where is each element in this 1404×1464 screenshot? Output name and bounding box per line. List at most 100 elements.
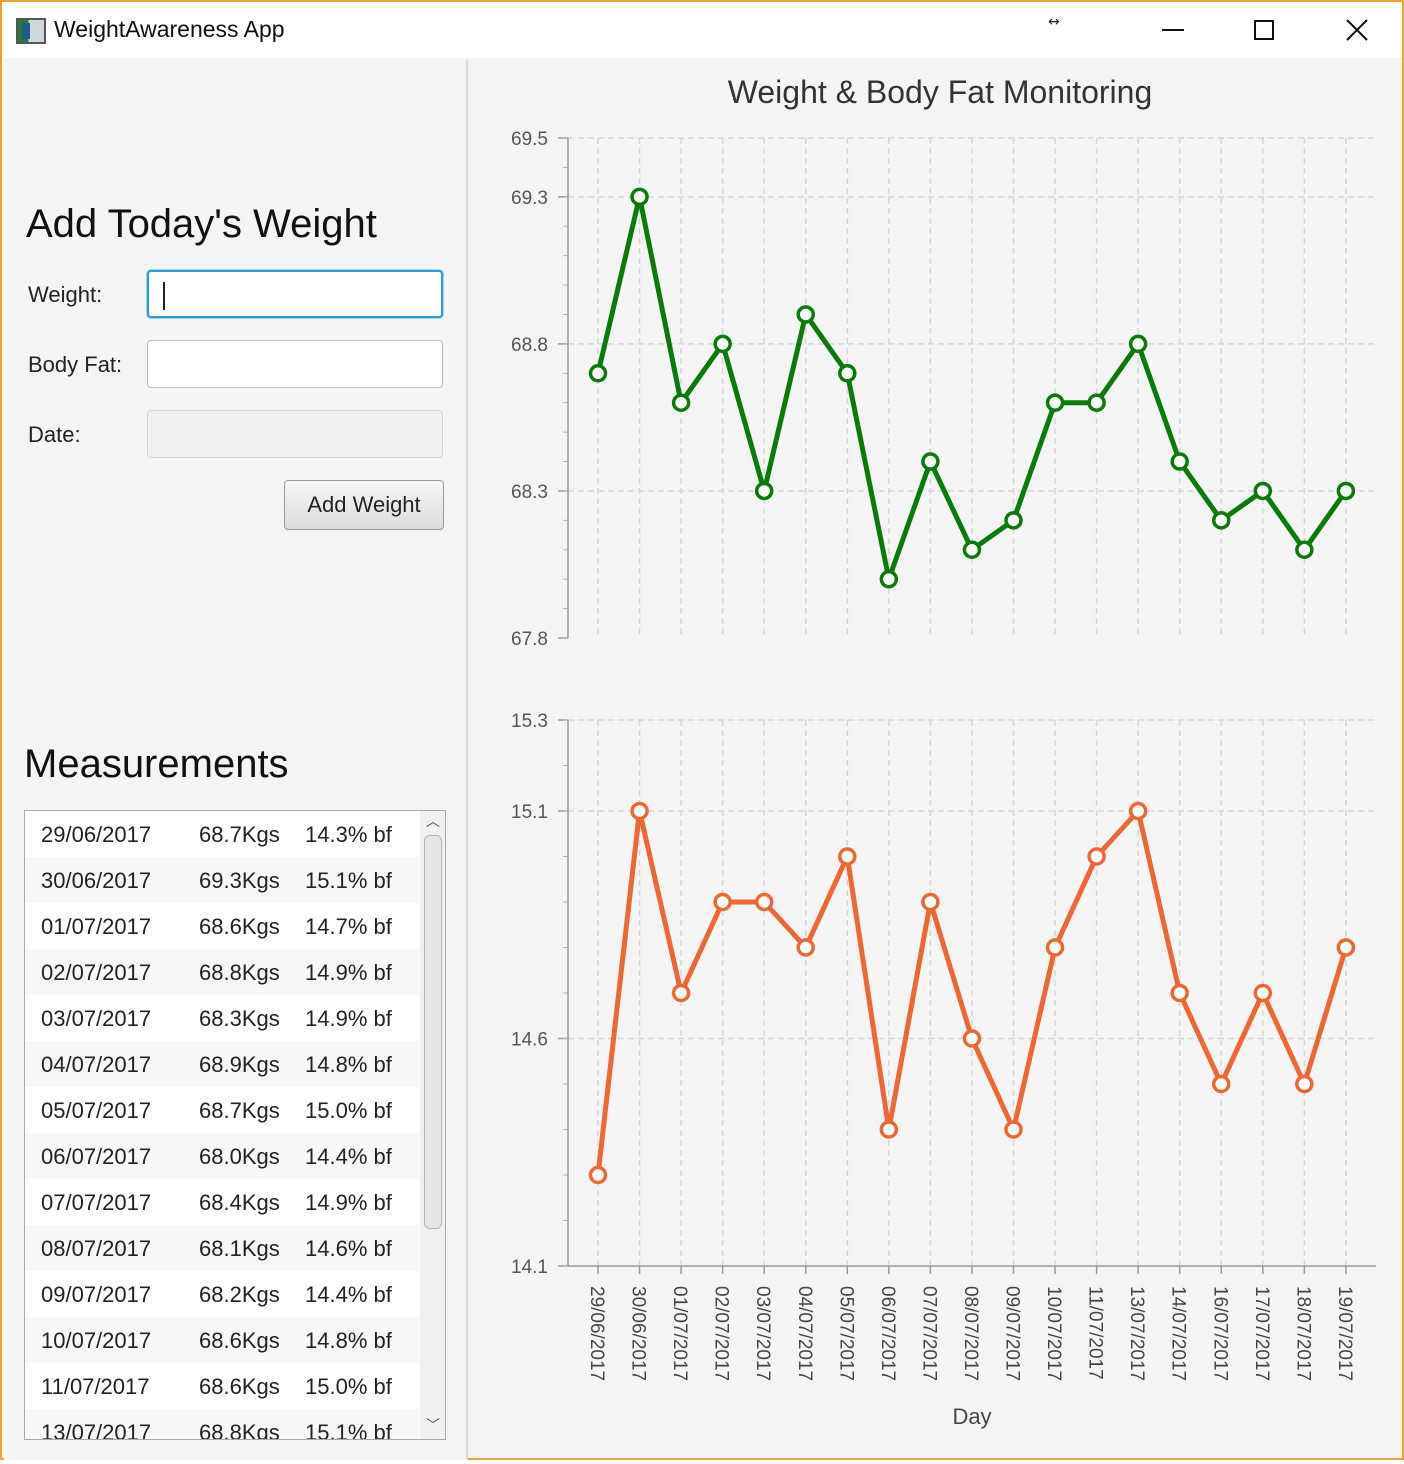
list-item[interactable]: 13/07/2017 68.8Kgs 15.1% bf — [25, 1409, 419, 1440]
list-item[interactable]: 08/07/2017 68.1Kgs 14.6% bf — [25, 1225, 419, 1271]
x-tick-label: 29/06/2017 — [586, 1286, 607, 1381]
y-tick-label: 14.1 — [511, 1257, 548, 1278]
measurement-bodyfat: 14.4% bf — [305, 1144, 392, 1169]
measurement-bodyfat: 14.8% bf — [305, 1052, 392, 1077]
y-tick-label: 68.3 — [511, 482, 548, 503]
measurements-title: Measurements — [24, 742, 289, 786]
data-point — [921, 452, 940, 471]
measurement-bodyfat: 15.1% bf — [305, 1420, 392, 1440]
data-point — [630, 187, 649, 207]
data-point — [1004, 511, 1023, 530]
measurement-bodyfat: 14.9% bf — [305, 960, 392, 985]
bodyfat-input[interactable] — [147, 340, 443, 388]
data-point — [1170, 452, 1189, 471]
list-item[interactable]: 30/06/2017 69.3Kgs 15.1% bf — [25, 857, 419, 903]
data-point — [879, 569, 899, 589]
weight-label: Weight: — [28, 282, 103, 307]
measurement-bodyfat: 14.8% bf — [305, 1328, 392, 1353]
data-point — [838, 847, 857, 866]
scroll-up-icon[interactable]: ︿ — [424, 813, 442, 831]
list-item[interactable]: 06/07/2017 68.0Kgs 14.4% bf — [25, 1133, 419, 1179]
measurement-date: 02/07/2017 — [41, 960, 152, 985]
data-point — [588, 1165, 608, 1185]
measurement-date: 09/07/2017 — [41, 1282, 152, 1307]
measurement-date: 07/07/2017 — [41, 1190, 152, 1215]
maximize-button[interactable] — [1236, 6, 1292, 54]
y-tick-label: 69.5 — [511, 129, 548, 150]
measurement-weight: 68.3Kgs — [199, 1006, 280, 1031]
text-caret — [163, 282, 165, 310]
x-tick-label: 13/07/2017 — [1126, 1286, 1147, 1381]
data-point — [713, 334, 732, 354]
chart-panel: Weight & Body Fat Monitoring 69.5 69.3 68.… — [470, 60, 1402, 1460]
data-point — [1170, 983, 1189, 1003]
minimize-button[interactable] — [1145, 6, 1201, 54]
measurement-bodyfat: 15.0% bf — [305, 1374, 392, 1399]
y-tick-label: 15.1 — [511, 802, 548, 823]
list-item[interactable]: 09/07/2017 68.2Kgs 14.4% bf — [25, 1271, 419, 1317]
data-point — [713, 892, 732, 912]
chart-panel-0: 69.5 69.3 68.8 68.3 67.8 — [511, 129, 1376, 650]
x-tick-label: 17/07/2017 — [1251, 1286, 1272, 1381]
measurement-date: 08/07/2017 — [41, 1236, 152, 1261]
measurements-list[interactable]: 29/06/2017 68.7Kgs 14.3% bf 30/06/2017 69.3K… — [24, 810, 446, 1440]
list-item[interactable]: 07/07/2017 68.4Kgs 14.9% bf — [25, 1179, 419, 1225]
date-input[interactable] — [147, 410, 443, 458]
y-tick-label: 68.8 — [511, 335, 548, 356]
list-item[interactable]: 10/07/2017 68.6Kgs 14.8% bf — [25, 1317, 419, 1363]
scroll-thumb[interactable] — [424, 835, 442, 1229]
x-tick-label: 16/07/2017 — [1209, 1286, 1230, 1381]
x-tick-label: 05/07/2017 — [835, 1286, 856, 1381]
data-point — [962, 540, 982, 560]
x-tick-label: 30/06/2017 — [628, 1286, 649, 1381]
y-tick-label: 14.6 — [511, 1030, 548, 1051]
measurement-weight: 69.3Kgs — [199, 868, 280, 893]
close-button[interactable] — [1329, 6, 1385, 54]
chart-panel-1: 15.3 15.1 14.6 14.1 29/06/2017 30/06/2017 01/0… — [511, 711, 1376, 1429]
y-tick-label: 69.3 — [511, 188, 548, 209]
data-point — [838, 364, 857, 383]
entry-pane: Add Today's Weight Weight: Body Fat: Dat… — [4, 60, 468, 1460]
measurement-date: 10/07/2017 — [41, 1328, 152, 1353]
add-weight-button[interactable]: Add Weight — [284, 480, 444, 530]
weight-input[interactable] — [147, 270, 443, 318]
measurement-date: 13/07/2017 — [41, 1420, 152, 1440]
resize-arrows-icon: ↔ — [1048, 14, 1060, 30]
list-item[interactable]: 03/07/2017 68.3Kgs 14.9% bf — [25, 995, 419, 1041]
data-point — [796, 305, 815, 324]
scroll-down-icon[interactable]: ﹀ — [424, 1417, 442, 1435]
list-item[interactable]: 02/07/2017 68.8Kgs 14.9% bf — [25, 949, 419, 995]
measurement-date: 03/07/2017 — [41, 1006, 152, 1031]
data-point — [1253, 481, 1273, 501]
list-item[interactable]: 01/07/2017 68.6Kgs 14.7% bf — [25, 903, 419, 949]
measurement-date: 04/07/2017 — [41, 1052, 152, 1077]
chart-title: Weight & Body Fat Monitoring — [727, 74, 1153, 110]
y-tick-label: 15.3 — [511, 711, 548, 732]
data-point — [962, 1029, 982, 1048]
title-bar[interactable]: WeightAwareness App ↔ — [2, 2, 1402, 58]
measurement-date: 06/07/2017 — [41, 1144, 152, 1169]
data-point — [1212, 1074, 1231, 1094]
x-tick-label: 08/07/2017 — [960, 1286, 981, 1381]
data-point — [1087, 393, 1106, 412]
measurement-weight: 68.6Kgs — [199, 1328, 280, 1353]
measurement-weight: 68.8Kgs — [199, 1420, 280, 1440]
data-point — [1045, 393, 1065, 412]
list-item[interactable]: 05/07/2017 68.7Kgs 15.0% bf — [25, 1087, 419, 1133]
measurement-weight: 68.7Kgs — [199, 1098, 280, 1123]
list-scrollbar[interactable]: ︿ ﹀ — [420, 811, 445, 1439]
list-item[interactable]: 11/07/2017 68.6Kgs 15.0% bf — [25, 1363, 419, 1409]
measurement-weight: 68.0Kgs — [199, 1144, 280, 1169]
measurement-bodyfat: 15.0% bf — [305, 1098, 392, 1123]
list-item[interactable]: 04/07/2017 68.9Kgs 14.8% bf — [25, 1041, 419, 1087]
x-tick-label: 07/07/2017 — [918, 1286, 939, 1381]
measurement-weight: 68.6Kgs — [199, 914, 280, 939]
data-point — [1045, 938, 1065, 957]
list-item[interactable]: 29/06/2017 68.7Kgs 14.3% bf — [25, 811, 419, 857]
data-point — [796, 938, 815, 957]
x-tick-label: 09/07/2017 — [1002, 1286, 1023, 1381]
x-tick-label: 18/07/2017 — [1292, 1286, 1313, 1381]
form-title: Add Today's Weight — [26, 202, 377, 246]
measurement-weight: 68.7Kgs — [199, 822, 280, 847]
data-point — [1128, 801, 1148, 821]
